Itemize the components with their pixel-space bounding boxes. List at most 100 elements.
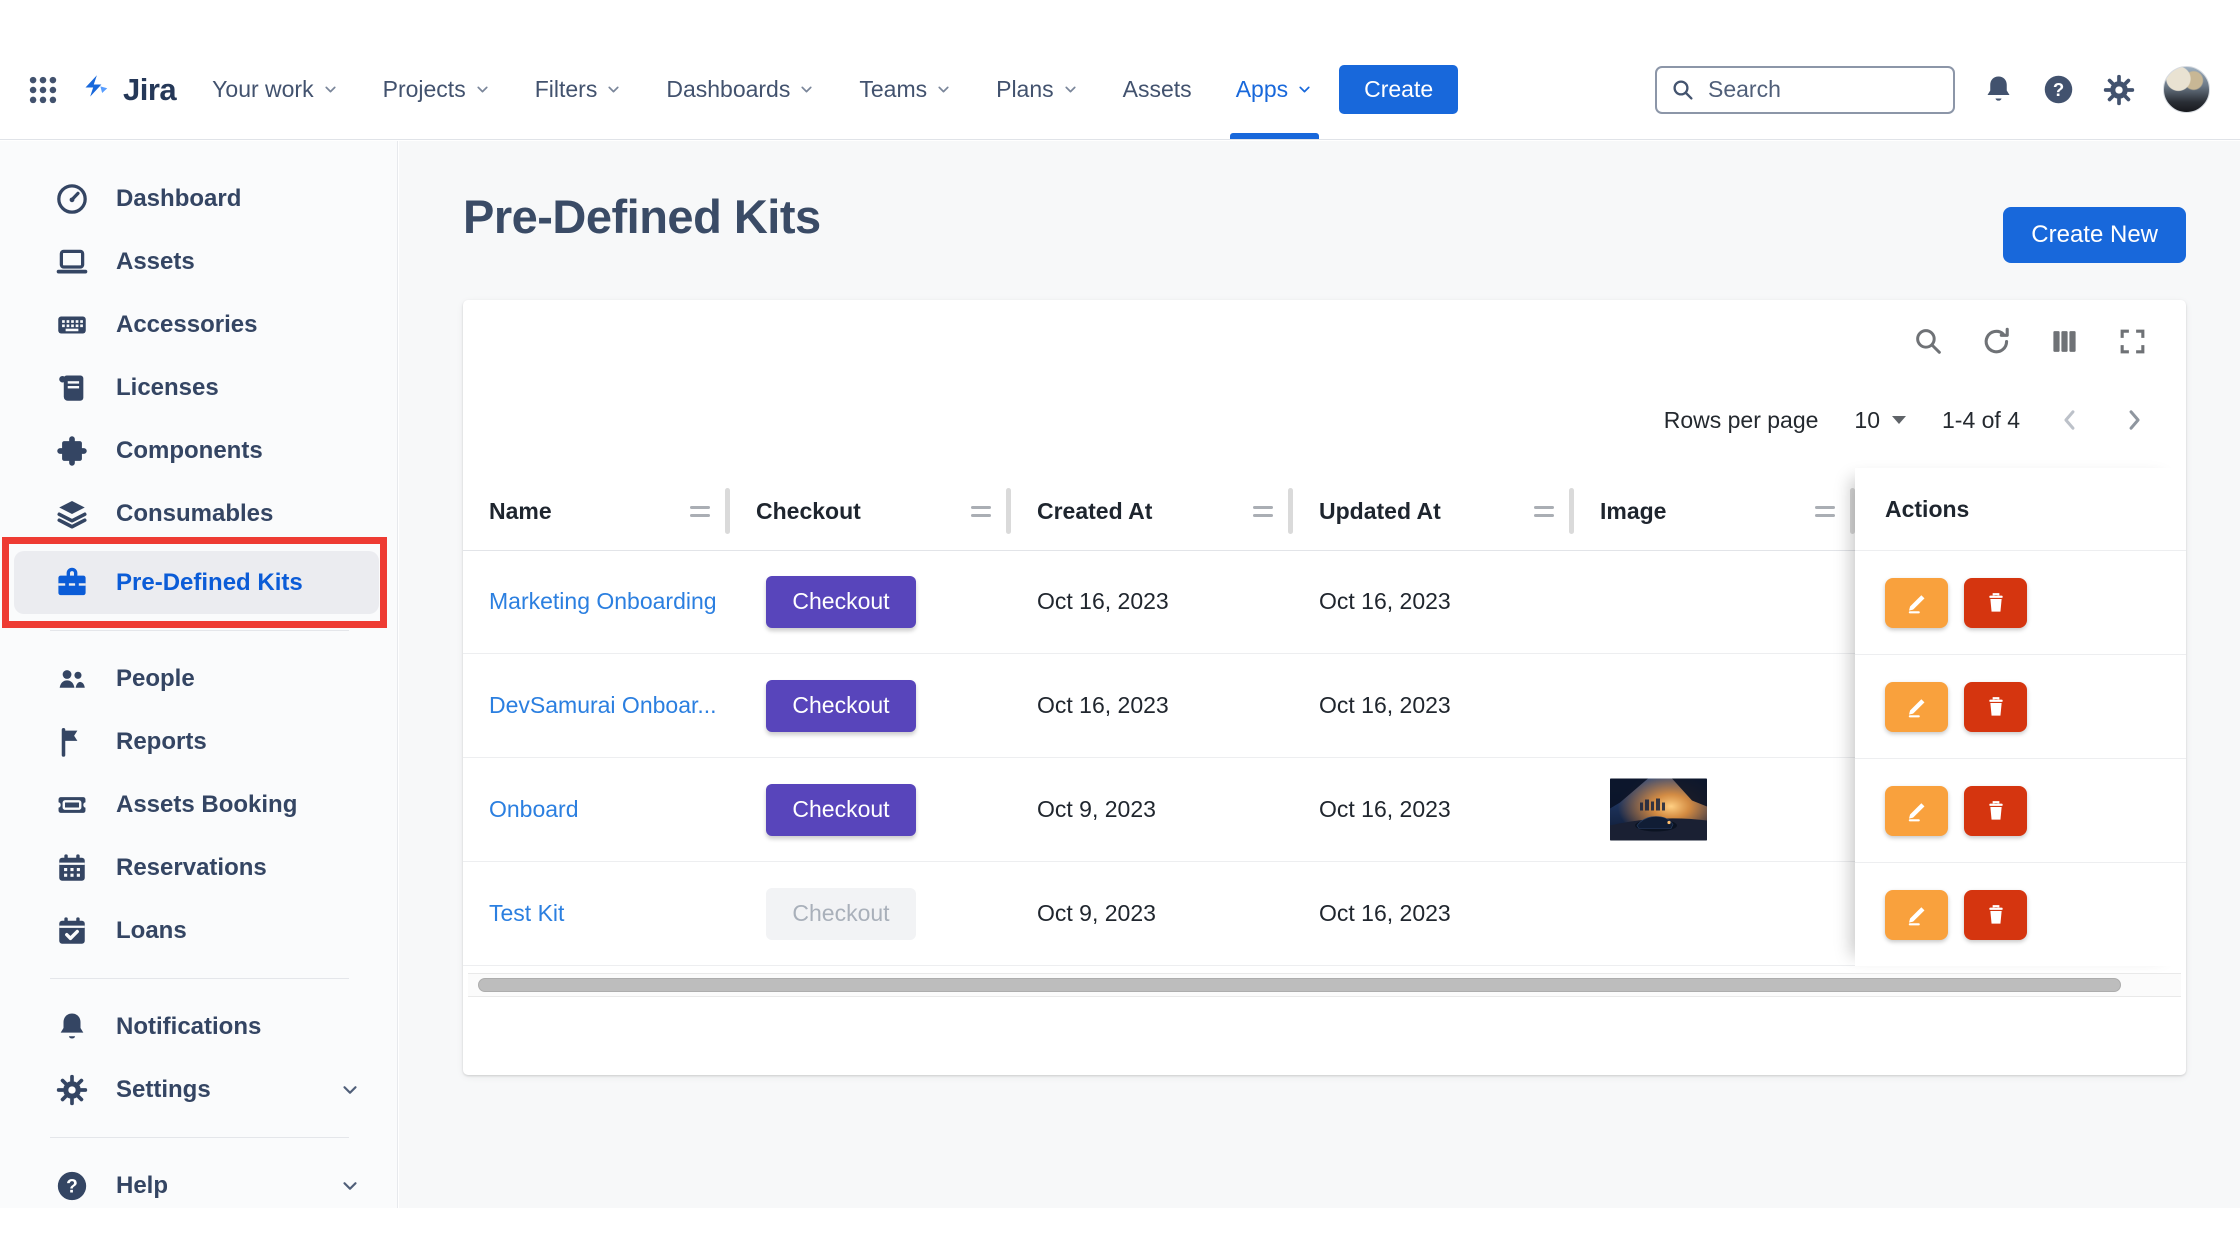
nav-item-assets[interactable]: Assets: [1123, 76, 1192, 103]
table-search-button[interactable]: [1913, 326, 1944, 357]
delete-button[interactable]: [1964, 682, 2027, 732]
chevron-down-icon: [322, 81, 339, 98]
toolbox-icon: [55, 566, 89, 600]
keyboard-icon: [55, 308, 89, 342]
chevron-right-icon: [2120, 406, 2148, 434]
trash-icon: [1983, 694, 2009, 720]
create-new-button[interactable]: Create New: [2003, 207, 2186, 263]
pencil-icon: [1904, 590, 1930, 616]
column-menu-icon[interactable]: [971, 506, 991, 517]
sidebar-item-notifications[interactable]: Notifications: [0, 995, 397, 1058]
checkout-button[interactable]: Checkout: [766, 680, 916, 732]
nav-item-your-work[interactable]: Your work: [212, 76, 338, 103]
column-menu-icon[interactable]: [1534, 506, 1554, 517]
edit-button[interactable]: [1885, 578, 1948, 628]
actions-rows: [1855, 550, 2186, 966]
previous-page-button[interactable]: [2056, 406, 2084, 434]
column-menu-icon[interactable]: [1253, 506, 1273, 517]
sidebar-item-people[interactable]: People: [0, 647, 397, 710]
sidebar-divider: [50, 978, 349, 979]
kit-name-link[interactable]: Onboard: [489, 796, 579, 822]
help-icon[interactable]: ?: [2042, 73, 2075, 106]
column-header-checkout: Checkout: [730, 472, 1011, 550]
kit-name-link[interactable]: DevSamurai Onboar...: [489, 692, 717, 718]
edit-button[interactable]: [1885, 890, 1948, 940]
updated-at-cell: Oct 16, 2023: [1293, 796, 1574, 823]
column-menu-icon[interactable]: [1815, 506, 1835, 517]
jira-logo-icon: [78, 72, 114, 108]
kits-table-card: Rows per page 10 1-4 of 4 NameCheckoutCr…: [463, 300, 2186, 1075]
nav-item-projects[interactable]: Projects: [383, 76, 491, 103]
edit-button[interactable]: [1885, 682, 1948, 732]
jira-logo-text: Jira: [123, 72, 176, 108]
sidebar-item-accessories[interactable]: Accessories: [0, 293, 397, 356]
rows-per-page-select[interactable]: 10: [1854, 407, 1906, 434]
next-page-button[interactable]: [2120, 406, 2148, 434]
sidebar-item-settings[interactable]: Settings: [0, 1058, 397, 1121]
delete-button[interactable]: [1964, 786, 2027, 836]
sidebar-item-label: Notifications: [116, 1013, 261, 1041]
chevron-down-icon: [339, 1175, 361, 1197]
chevron-down-icon: [1296, 81, 1313, 98]
sidebar-item-help[interactable]: ? Help: [0, 1154, 397, 1217]
nav-item-filters[interactable]: Filters: [535, 76, 623, 103]
actions-pinned-column: Actions: [1855, 468, 2186, 966]
sidebar-item-licenses[interactable]: Licenses: [0, 356, 397, 419]
horizontal-scrollbar-thumb[interactable]: [478, 978, 2121, 992]
sidebar-divider: [50, 630, 349, 631]
search-box[interactable]: [1655, 66, 1955, 114]
sidebar-item-reports[interactable]: Reports: [0, 710, 397, 773]
sidebar-item-label: Help: [116, 1172, 168, 1200]
nav-item-plans[interactable]: Plans: [996, 76, 1079, 103]
column-menu-icon[interactable]: [690, 506, 710, 517]
delete-button[interactable]: [1964, 890, 2027, 940]
table-body: Marketing Onboarding Checkout Oct 16, 2023…: [463, 550, 1855, 966]
sidebar-item-reservations[interactable]: Reservations: [0, 836, 397, 899]
created-at-cell: Oct 16, 2023: [1011, 588, 1293, 615]
sidebar-item-assets-booking[interactable]: Assets Booking: [0, 773, 397, 836]
edit-button[interactable]: [1885, 786, 1948, 836]
column-header-label: Name: [489, 498, 552, 525]
sidebar-item-label: Reports: [116, 728, 207, 756]
checkout-button[interactable]: Checkout: [766, 576, 916, 628]
search-input[interactable]: [1706, 75, 1939, 104]
nav-item-dashboards[interactable]: Dashboards: [666, 76, 815, 103]
name-cell: DevSamurai Onboar...: [463, 692, 730, 719]
user-avatar[interactable]: [2163, 66, 2210, 113]
sidebar-item-components[interactable]: Components: [0, 419, 397, 482]
bell-icon: [1982, 73, 2015, 106]
table-refresh-button[interactable]: [1981, 326, 2012, 357]
svg-text:?: ?: [66, 1176, 78, 1197]
table-header-row: NameCheckoutCreated AtUpdated AtImage: [463, 472, 1855, 551]
checkout-button[interactable]: Checkout: [766, 784, 916, 836]
sidebar-item-label: Settings: [116, 1076, 211, 1104]
chevron-down-icon: [798, 81, 815, 98]
nav-item-apps[interactable]: Apps: [1236, 76, 1313, 103]
kit-name-link[interactable]: Marketing Onboarding: [489, 588, 717, 614]
sidebar-item-loans[interactable]: Loans: [0, 899, 397, 962]
dropdown-arrow-icon: [1892, 416, 1906, 424]
sidebar-item-dashboard[interactable]: Dashboard: [0, 167, 397, 230]
sidebar-item-label: Assets: [116, 248, 195, 276]
settings-gear-icon[interactable]: [2102, 73, 2136, 107]
sidebar-item-pre-defined-kits[interactable]: Pre-Defined Kits: [14, 551, 379, 614]
app-switcher-icon[interactable]: [26, 73, 60, 107]
columns-icon: [2049, 326, 2080, 357]
nav-item-teams[interactable]: Teams: [859, 76, 952, 103]
ticket-icon: [55, 788, 89, 822]
sidebar-item-assets[interactable]: Assets: [0, 230, 397, 293]
trash-icon: [1983, 902, 2009, 928]
delete-button[interactable]: [1964, 578, 2027, 628]
sidebar-item-label: Reservations: [116, 854, 267, 882]
jira-logo[interactable]: Jira: [78, 72, 176, 108]
created-at-cell: Oct 9, 2023: [1011, 900, 1293, 927]
table-columns-button[interactable]: [2049, 326, 2080, 357]
actions-row: [1855, 758, 2186, 862]
kit-image-thumbnail[interactable]: [1610, 778, 1707, 841]
create-button[interactable]: Create: [1339, 65, 1458, 114]
notifications-bell-icon[interactable]: [1982, 73, 2015, 106]
column-header-label: Image: [1600, 498, 1666, 525]
table-fullscreen-button[interactable]: [2117, 326, 2148, 357]
sidebar-item-consumables[interactable]: Consumables: [0, 482, 397, 545]
kit-name-link[interactable]: Test Kit: [489, 900, 564, 926]
